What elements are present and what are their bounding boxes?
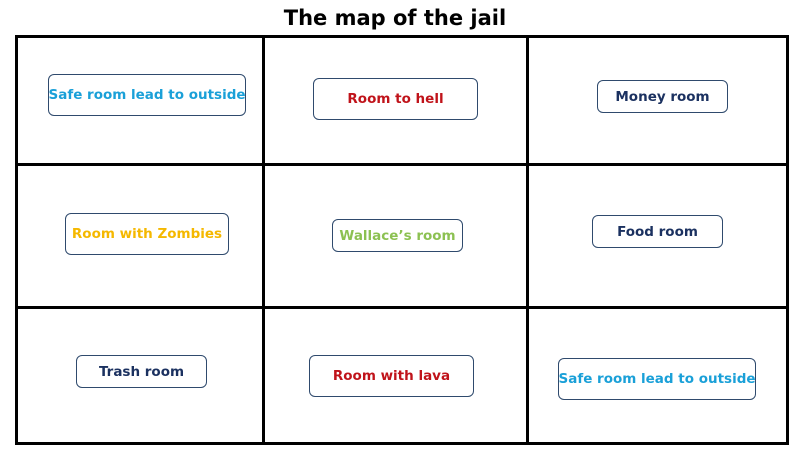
room-box-3: Money room [597,80,728,113]
divider-vertical-1 [262,35,265,445]
room-box-7: Trash room [76,355,207,388]
border-bottom [15,442,789,445]
room-box-5: Wallace’s room [332,219,463,252]
border-left [15,35,18,445]
border-top [15,35,789,38]
room-box-4: Room with Zombies [65,213,229,255]
border-right [786,35,789,445]
room-box-2: Room to hell [313,78,478,120]
diagram-title: The map of the jail [283,6,507,30]
divider-vertical-2 [526,35,529,445]
room-box-6: Food room [592,215,723,248]
room-box-9: Safe room lead to outside [558,358,756,400]
jail-map-grid: Safe room lead to outside Room to hell M… [15,35,789,445]
room-box-1: Safe room lead to outside [48,74,246,116]
room-box-8: Room with lava [309,355,474,397]
divider-horizontal-1 [15,163,789,166]
divider-horizontal-2 [15,306,789,309]
